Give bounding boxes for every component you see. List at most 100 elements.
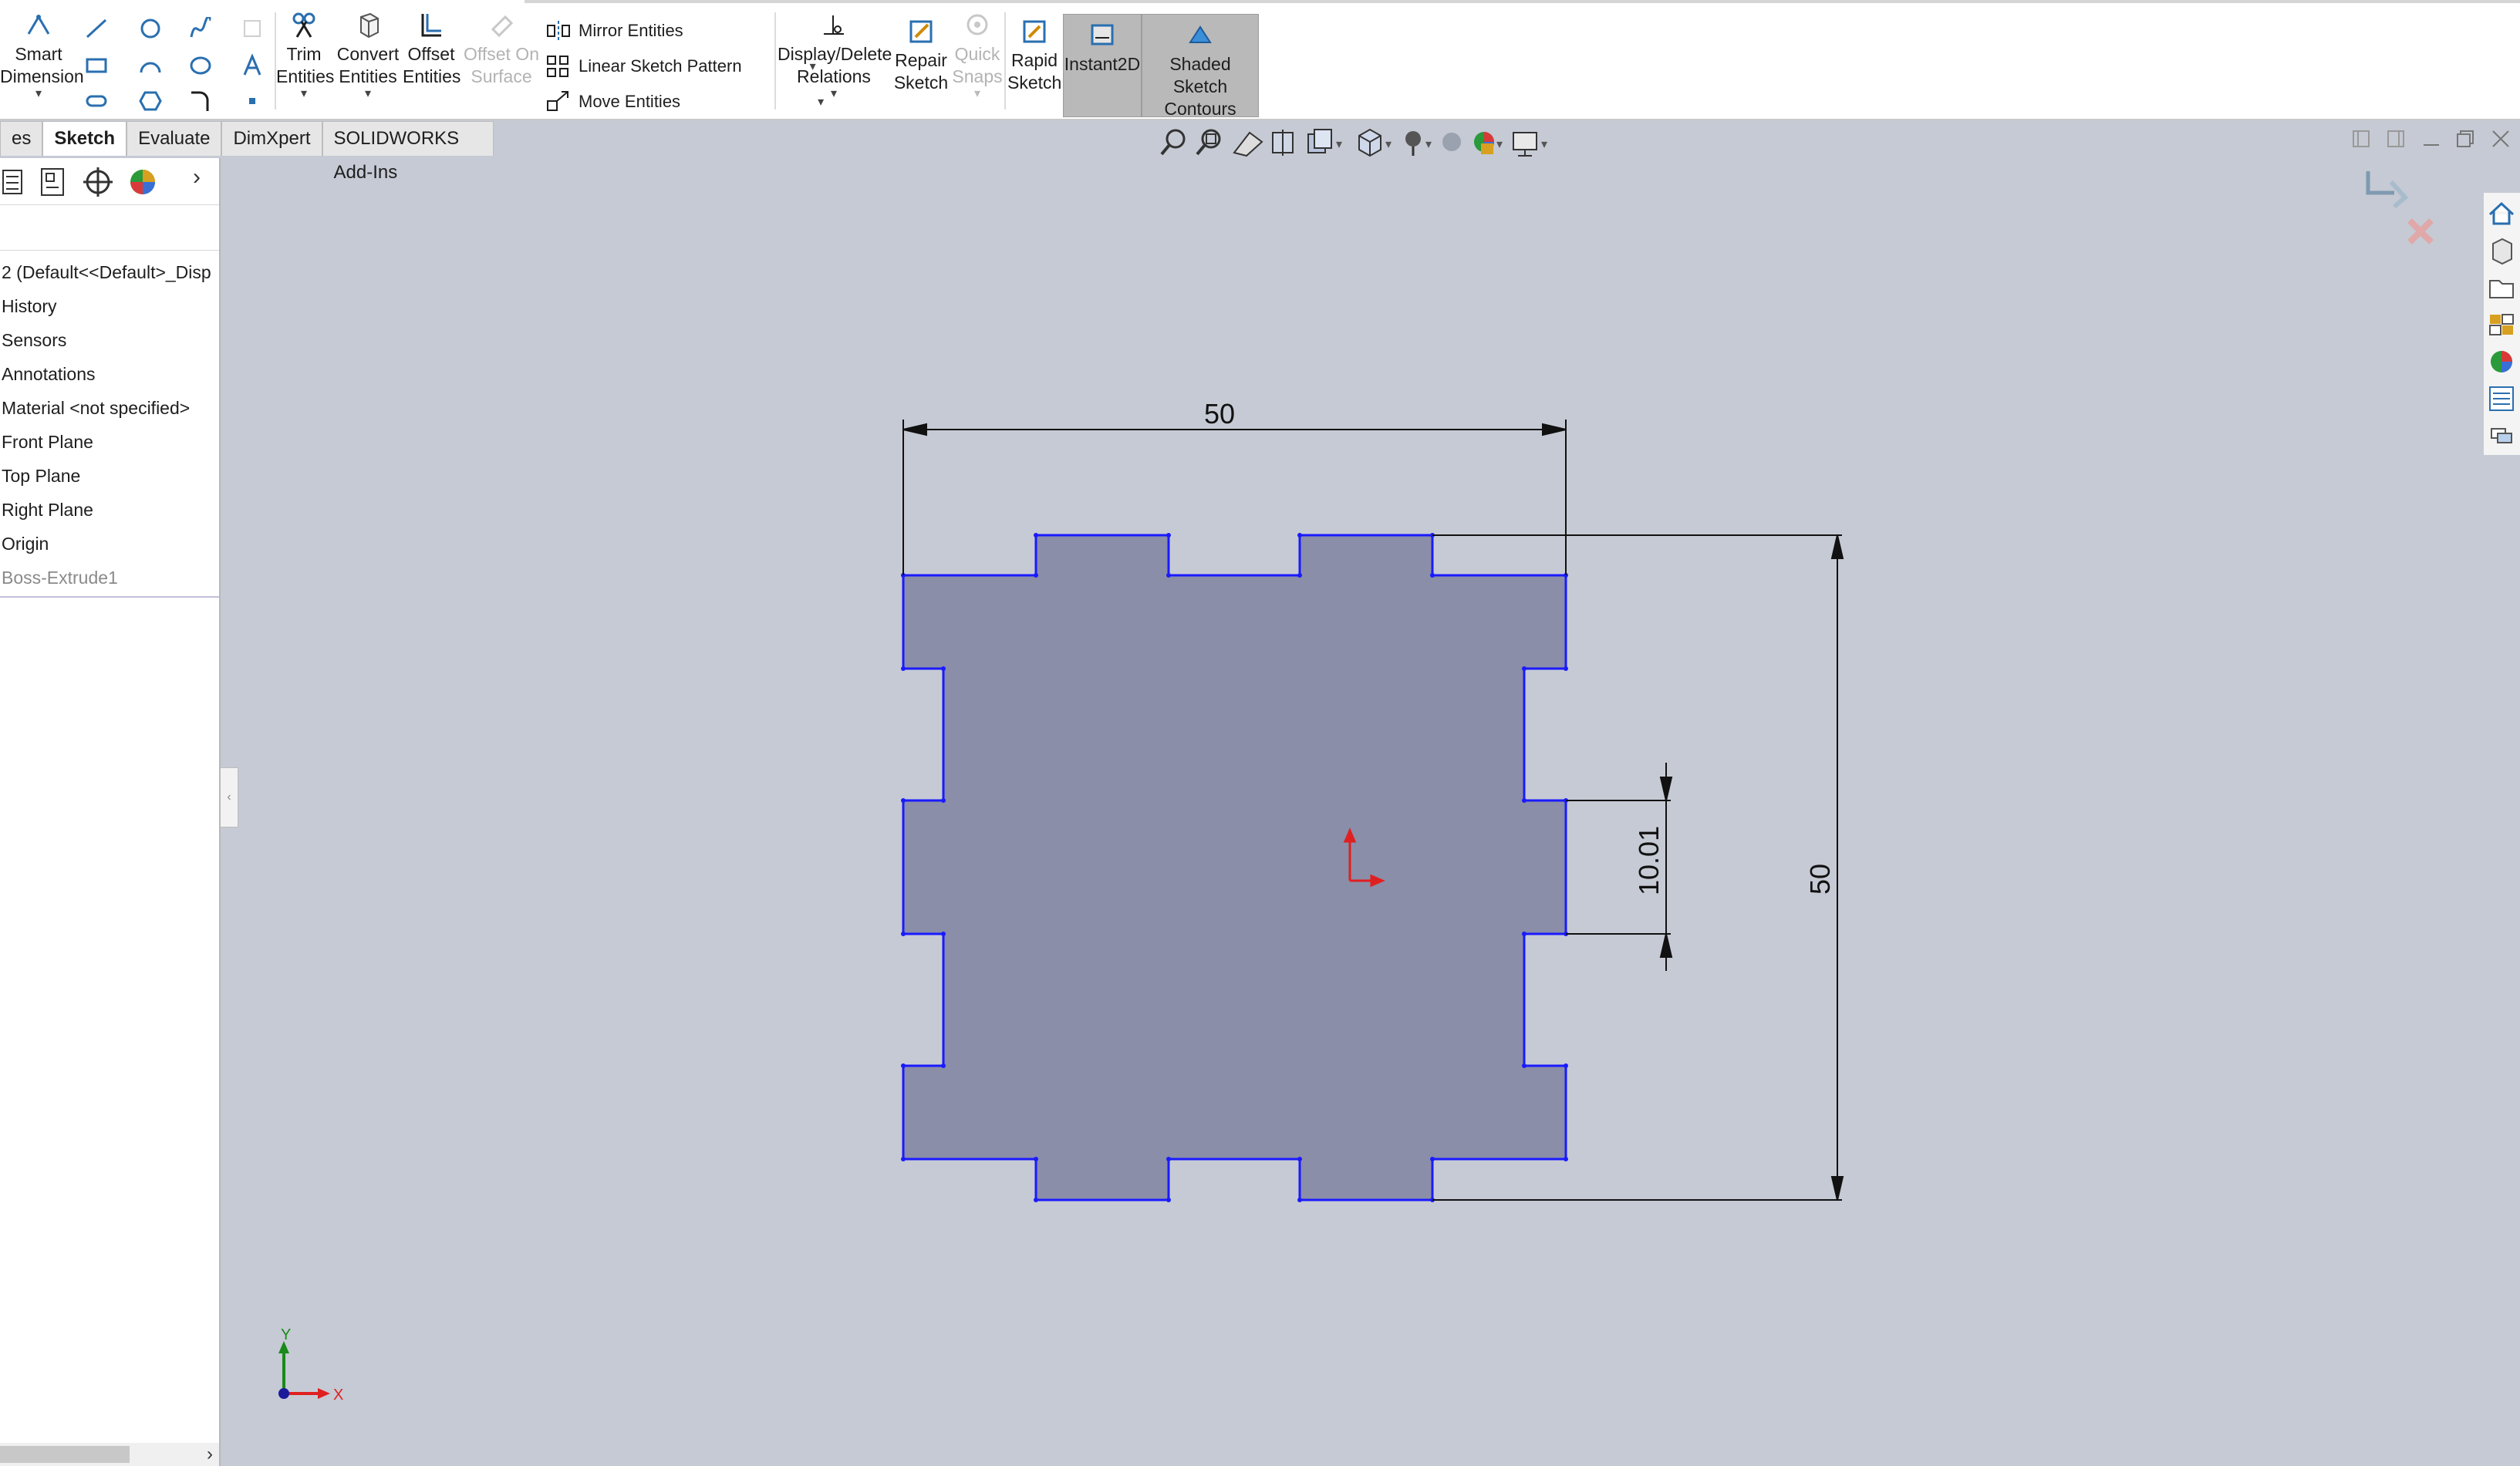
chevron-down-icon[interactable]: ▾ xyxy=(778,88,890,100)
instant2d-label: Instant2D xyxy=(1064,54,1141,74)
tab-evaluate[interactable]: Evaluate xyxy=(127,121,222,156)
instant2d-button[interactable]: Instant2D xyxy=(1063,14,1142,117)
tree-item-material[interactable]: Material <not specified> xyxy=(0,391,219,425)
trim-label-2: Entities xyxy=(276,66,335,86)
repair-sketch-button[interactable]: Repair Sketch xyxy=(892,17,950,94)
offset-surface-label-2: Surface xyxy=(471,66,532,86)
scrollbar-thumb[interactable] xyxy=(0,1446,130,1463)
property-manager-icon[interactable] xyxy=(31,164,73,200)
dimension-tab-value[interactable]: 10.01 xyxy=(1633,826,1665,895)
instant2d-icon xyxy=(1091,24,1114,45)
tree-part-name[interactable]: 2 (Default<<Default>_Disp xyxy=(0,255,219,289)
spline-icon[interactable] xyxy=(189,17,212,40)
smart-dimension-button[interactable]: Smart Dimension ▾ xyxy=(0,11,84,100)
relations-label-1: Display/Delete xyxy=(778,44,892,64)
mirror-label: Mirror Entities xyxy=(579,21,683,40)
shaded-contours-label-1: Shaded Sketch xyxy=(1169,54,1231,96)
polygon-icon[interactable] xyxy=(139,89,162,113)
rapid-sketch-icon xyxy=(1023,20,1046,43)
sketch-profile[interactable] xyxy=(902,534,1567,1201)
display-delete-relations-button[interactable]: Display/Delete Relations ▾ xyxy=(778,11,892,100)
tree-item-origin[interactable]: Origin xyxy=(0,527,219,561)
quick-snaps-icon xyxy=(967,14,988,35)
relations-label-2: Relations xyxy=(797,66,871,86)
convert-entities-icon xyxy=(360,12,379,39)
arc-icon[interactable] xyxy=(139,54,162,77)
offset-surface-label-1: Offset On xyxy=(463,44,539,64)
quick-snaps-label-2: Snaps xyxy=(952,66,1003,86)
rectangle-icon[interactable] xyxy=(85,54,108,77)
chevron-down-icon[interactable]: ▾ xyxy=(276,88,332,100)
shaded-contours-label-2: Contours xyxy=(1164,99,1236,119)
dimension-width-value[interactable]: 50 xyxy=(1204,398,1235,430)
feature-manager-panel: › 2 (Default<<Default>_Disp History Sens… xyxy=(0,158,221,1466)
tree-item-right-plane[interactable]: Right Plane xyxy=(0,493,219,527)
tree-item-history[interactable]: History xyxy=(0,289,219,323)
graphics-area[interactable]: 50 50 10.01 Y X xyxy=(222,121,2520,1466)
move-entities-icon xyxy=(547,91,568,111)
fillet-icon[interactable] xyxy=(189,89,212,113)
scroll-right-arrow[interactable]: › xyxy=(207,1443,213,1466)
tab-sketch[interactable]: Sketch xyxy=(42,121,127,156)
quick-snaps-label-1: Quick xyxy=(954,44,1000,64)
mirror-icon xyxy=(547,21,570,41)
repair-label-1: Repair xyxy=(895,50,947,70)
smart-dimension-label-2: Dimension xyxy=(0,66,84,86)
toolbar-separator xyxy=(774,12,776,110)
offset-label-2: Entities xyxy=(403,66,461,86)
toolbar-top-border xyxy=(525,0,2520,3)
tree-item-annotations[interactable]: Annotations xyxy=(0,357,219,391)
panel-tabs: › xyxy=(0,158,219,205)
trim-icon xyxy=(292,12,315,38)
text-icon[interactable] xyxy=(241,54,264,77)
panel-horizontal-scrollbar[interactable]: › xyxy=(0,1443,219,1466)
dimension-width[interactable] xyxy=(902,420,1567,575)
display-manager-icon[interactable] xyxy=(122,164,164,200)
convert-label-1: Convert xyxy=(336,44,400,64)
move-entities-label: Move Entities xyxy=(579,92,681,111)
chevron-down-icon[interactable]: ▾ xyxy=(333,88,403,100)
convert-entities-button[interactable]: Convert Entities ▾ xyxy=(333,11,403,100)
tree-item-front-plane[interactable]: Front Plane xyxy=(0,425,219,459)
rollback-bar[interactable] xyxy=(0,596,219,598)
configuration-manager-icon[interactable] xyxy=(77,164,119,200)
slot-icon[interactable] xyxy=(85,89,108,113)
tree-item-boss-extrude1[interactable]: Boss-Extrude1 xyxy=(0,561,219,595)
offset-label-1: Offset xyxy=(407,44,455,64)
axis-y-label: Y xyxy=(281,1326,291,1343)
line-icon[interactable] xyxy=(85,17,108,40)
offset-entities-button[interactable]: Offset Entities xyxy=(403,11,460,88)
point-icon[interactable] xyxy=(241,89,264,113)
trim-entities-button[interactable]: Trim Entities ▾ xyxy=(276,11,335,100)
shaded-sketch-contours-icon xyxy=(1189,25,1212,43)
offset-entities-icon xyxy=(421,14,441,37)
chevron-down-icon[interactable]: ▾ xyxy=(0,88,77,100)
linear-pattern-icon xyxy=(547,56,568,77)
circle-icon[interactable] xyxy=(139,17,162,40)
toolbar-separator xyxy=(1004,12,1006,110)
panel-tabs-more-arrow[interactable]: › xyxy=(193,164,201,190)
offset-on-surface-button[interactable]: Offset On Surface xyxy=(461,11,541,88)
reference-triad-icon xyxy=(278,1341,330,1399)
mirror-entities-button[interactable]: Mirror Entities xyxy=(546,17,683,45)
linear-pattern-label: Linear Sketch Pattern xyxy=(579,56,742,76)
repair-label-2: Sketch xyxy=(893,72,949,93)
tree-filter-field[interactable] xyxy=(0,210,219,251)
offset-on-surface-icon xyxy=(491,15,514,38)
smart-dimension-icon xyxy=(27,15,50,35)
rapid-sketch-button[interactable]: Rapid Sketch xyxy=(1007,17,1061,94)
relations-icon xyxy=(824,15,844,35)
smart-dimension-label-1: Smart xyxy=(15,44,62,64)
tab-features[interactable]: es xyxy=(0,121,43,156)
command-manager-toolbar: Smart Dimension ▾ Trim Entities ▾ Conver… xyxy=(0,0,2520,120)
shaded-sketch-contours-button[interactable]: Shaded Sketch Contours xyxy=(1142,14,1259,119)
dimension-height-value[interactable]: 50 xyxy=(1804,864,1836,895)
chevron-down-icon[interactable]: ▾ xyxy=(952,88,1003,100)
quick-snaps-button[interactable]: Quick Snaps ▾ xyxy=(952,11,1003,100)
reserved-disabled-icon xyxy=(244,20,261,37)
sketch-canvas[interactable]: 50 50 10.01 Y X xyxy=(222,121,2520,1466)
tree-item-sensors[interactable]: Sensors xyxy=(0,323,219,357)
repair-sketch-icon xyxy=(909,20,933,43)
ellipse-icon[interactable] xyxy=(189,54,212,77)
tree-item-top-plane[interactable]: Top Plane xyxy=(0,459,219,493)
